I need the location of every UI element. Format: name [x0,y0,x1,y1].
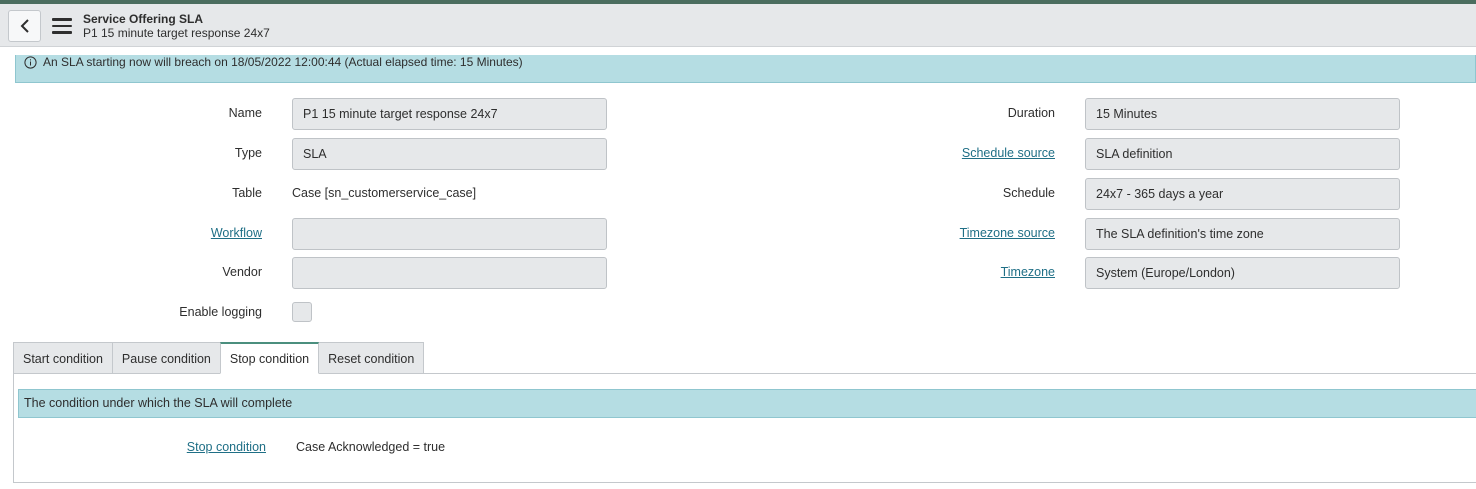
timezone-field[interactable]: System (Europe/London) [1085,257,1400,289]
timezone-source-field[interactable]: The SLA definition's time zone [1085,218,1400,250]
schedule-label: Schedule [1002,186,1055,200]
tab-reset-condition[interactable]: Reset condition [318,342,425,374]
name-field[interactable]: P1 15 minute target response 24x7 [292,98,607,130]
schedule-source-link[interactable]: Schedule source [905,145,1055,161]
breach-message: An SLA starting now will breach on 18/05… [43,55,523,69]
enable-logging-label: Enable logging [179,305,262,319]
type-field[interactable]: SLA [292,138,607,170]
chevron-left-icon [20,19,29,33]
vendor-label: Vendor [222,265,262,279]
type-label: Type [234,146,262,160]
workflow-field[interactable] [292,218,607,250]
schedule-source-field[interactable]: SLA definition [1085,138,1400,170]
form-header: Service Offering SLA P1 15 minute target… [0,4,1476,47]
tab-start-condition[interactable]: Start condition [13,342,113,374]
tab-pause-condition[interactable]: Pause condition [111,342,221,374]
timezone-source-link[interactable]: Timezone source [905,225,1055,241]
vendor-field[interactable] [292,257,607,289]
workflow-link[interactable]: Workflow [120,225,262,241]
table-label: Table [232,186,262,200]
header-subtitle: P1 15 minute target response 24x7 [83,26,270,40]
timezone-link[interactable]: Timezone [905,264,1055,280]
info-icon [24,56,37,69]
stop-condition-value: Case Acknowledged = true [296,440,446,454]
enable-logging-checkbox[interactable] [292,302,312,322]
condition-tabs: Start condition Pause condition Stop con… [13,342,425,374]
duration-label: Duration [1007,106,1055,120]
duration-field[interactable]: 15 Minutes [1085,98,1400,130]
back-button[interactable] [8,10,41,42]
breach-info-banner: An SLA starting now will breach on 18/05… [15,55,1476,83]
schedule-field[interactable]: 24x7 - 365 days a year [1085,178,1400,210]
stop-condition-banner: The condition under which the SLA will c… [18,389,1476,418]
table-value: Case [sn_customerservice_case] [292,186,477,200]
tab-stop-condition[interactable]: Stop condition [219,342,320,374]
hamburger-menu-icon[interactable] [52,18,72,34]
name-label: Name [228,106,262,120]
header-title: Service Offering SLA [83,12,204,26]
stop-condition-link[interactable]: Stop condition [120,439,266,455]
